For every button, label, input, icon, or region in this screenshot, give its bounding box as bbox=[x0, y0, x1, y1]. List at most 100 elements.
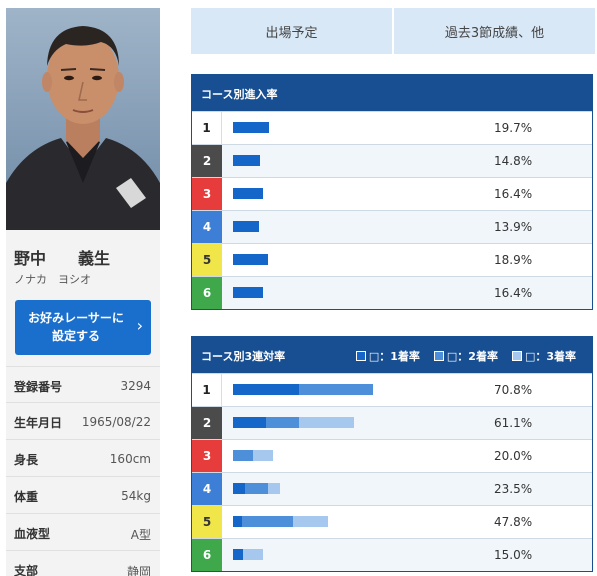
lane-number: 3 bbox=[192, 440, 222, 472]
first-place-bar bbox=[233, 516, 242, 527]
course-entry-rate-table: コース別進入率 1 19.7% 2 14.8% 3 16.4% 4 13.9% 5 18.9% 6 1… bbox=[191, 74, 593, 310]
name-box: 野中 義生 ノナカ ヨシオ お好みレーサーに 設定する › bbox=[6, 230, 160, 360]
rate-value: 16.4% bbox=[494, 286, 533, 300]
info-row-branch: 支部 静岡 bbox=[6, 551, 160, 576]
info-row-weight: 体重 54kg bbox=[6, 477, 160, 514]
rate-value: 20.0% bbox=[494, 449, 533, 463]
rate-bar-group bbox=[233, 450, 273, 461]
rate-value: 16.4% bbox=[494, 187, 533, 201]
entry-rate-bar bbox=[233, 188, 264, 199]
racer-info-list: 登録番号 3294 生年月日 1965/08/22 身長 160cm 体重 54… bbox=[6, 366, 160, 576]
table-row: 4 23.5% bbox=[192, 472, 592, 505]
lane-number: 5 bbox=[192, 506, 222, 538]
course-top3-rate-table: コース別3連対率 □：1着率 □：2着率 □：3着率 1 70.8% 2 61.1% 3… bbox=[191, 336, 593, 572]
rate-value: 23.5% bbox=[494, 482, 533, 496]
info-value: A型 bbox=[130, 528, 151, 542]
first-place-bar bbox=[233, 417, 267, 428]
table-row: 2 14.8% bbox=[192, 144, 592, 177]
legend-swatch bbox=[433, 351, 444, 361]
table-title: コース別3連対率 bbox=[201, 350, 286, 363]
legend-label: □：2着率 bbox=[446, 350, 498, 363]
second-place-bar bbox=[244, 483, 269, 494]
info-value: 160cm bbox=[109, 452, 151, 466]
table-header: コース別3連対率 □：1着率 □：2着率 □：3着率 bbox=[192, 337, 592, 373]
lane-number: 2 bbox=[192, 145, 222, 177]
rate-value: 61.1% bbox=[494, 416, 533, 430]
legend-swatch bbox=[511, 351, 522, 361]
rate-value: 70.8% bbox=[494, 383, 533, 397]
entry-rate-bar bbox=[233, 122, 270, 133]
lane-number: 5 bbox=[192, 244, 222, 276]
info-label: 身長 bbox=[14, 453, 39, 467]
legend-item-first: □：1着率 bbox=[355, 348, 420, 364]
racer-photo bbox=[6, 8, 160, 230]
lane-number: 4 bbox=[192, 473, 222, 505]
rate-value: 47.8% bbox=[494, 515, 533, 529]
rate-bar-group bbox=[233, 254, 268, 265]
rate-bar-group bbox=[233, 549, 263, 560]
racer-tabs: 出場予定 過去3節成績、他 bbox=[191, 8, 595, 54]
rate-value: 15.0% bbox=[494, 548, 533, 562]
tab-upcoming-entries[interactable]: 出場予定 bbox=[191, 8, 392, 54]
tab-past-results[interactable]: 過去3節成績、他 bbox=[394, 8, 595, 54]
first-place-bar bbox=[233, 549, 243, 560]
table-row: 6 15.0% bbox=[192, 538, 592, 571]
rate-bar-group bbox=[233, 483, 280, 494]
rate-bar-group bbox=[233, 221, 259, 232]
entry-rate-bar bbox=[233, 155, 261, 166]
favorite-button-line2: 設定する bbox=[51, 329, 100, 343]
table-row: 1 19.7% bbox=[192, 111, 592, 144]
rate-bar-group bbox=[233, 287, 264, 298]
second-place-bar bbox=[266, 417, 300, 428]
first-place-bar bbox=[233, 384, 299, 395]
info-row-height: 身長 160cm bbox=[6, 440, 160, 477]
legend-swatch bbox=[355, 351, 366, 361]
table-header: コース別進入率 bbox=[192, 75, 592, 111]
third-place-bar bbox=[293, 516, 328, 527]
second-place-bar bbox=[298, 384, 374, 395]
rate-bar-group bbox=[233, 188, 264, 199]
third-place-bar bbox=[299, 417, 354, 428]
rate-bar-group bbox=[233, 384, 374, 395]
third-place-bar bbox=[252, 450, 273, 461]
rate-value: 18.9% bbox=[494, 253, 533, 267]
rate-value: 19.7% bbox=[494, 121, 533, 135]
set-favorite-racer-button[interactable]: お好みレーサーに 設定する › bbox=[15, 300, 151, 355]
table-title: コース別進入率 bbox=[201, 88, 278, 101]
rate-bar-group bbox=[233, 122, 270, 133]
table-row: 4 13.9% bbox=[192, 210, 592, 243]
legend: □：1着率 □：2着率 □：3着率 bbox=[355, 348, 576, 364]
legend-label: □：1着率 bbox=[368, 350, 420, 363]
entry-rate-bar bbox=[233, 254, 268, 265]
info-value: 54kg bbox=[121, 489, 151, 503]
rate-bar-group bbox=[233, 155, 261, 166]
entry-rate-bar bbox=[233, 221, 259, 232]
racer-profile: 野中 義生 ノナカ ヨシオ お好みレーサーに 設定する › 登録番号 3294 … bbox=[6, 8, 160, 576]
info-label: 血液型 bbox=[14, 527, 51, 541]
table-row: 3 16.4% bbox=[192, 177, 592, 210]
third-place-bar bbox=[268, 483, 280, 494]
legend-label: □：3着率 bbox=[524, 350, 576, 363]
lane-number: 2 bbox=[192, 407, 222, 439]
chevron-right-icon: › bbox=[136, 316, 143, 335]
second-place-bar bbox=[241, 516, 294, 527]
info-value: 静岡 bbox=[126, 565, 151, 576]
lane-number: 4 bbox=[192, 211, 222, 243]
lane-number: 3 bbox=[192, 178, 222, 210]
lane-number: 6 bbox=[192, 277, 222, 309]
racer-name: 野中 義生 bbox=[14, 249, 111, 268]
rate-value: 13.9% bbox=[494, 220, 533, 234]
second-place-bar bbox=[233, 450, 253, 461]
table-row: 3 20.0% bbox=[192, 439, 592, 472]
third-place-bar bbox=[242, 549, 263, 560]
first-place-bar bbox=[233, 483, 245, 494]
favorite-button-line1: お好みレーサーに bbox=[28, 311, 124, 325]
info-label: 支部 bbox=[14, 564, 39, 576]
info-label: 体重 bbox=[14, 490, 39, 504]
rate-bar-group bbox=[233, 516, 328, 527]
info-label: 生年月日 bbox=[14, 416, 63, 430]
legend-item-second: □：2着率 bbox=[433, 348, 498, 364]
lane-number: 1 bbox=[192, 112, 222, 144]
table-row: 5 47.8% bbox=[192, 505, 592, 538]
info-label: 登録番号 bbox=[14, 380, 63, 394]
